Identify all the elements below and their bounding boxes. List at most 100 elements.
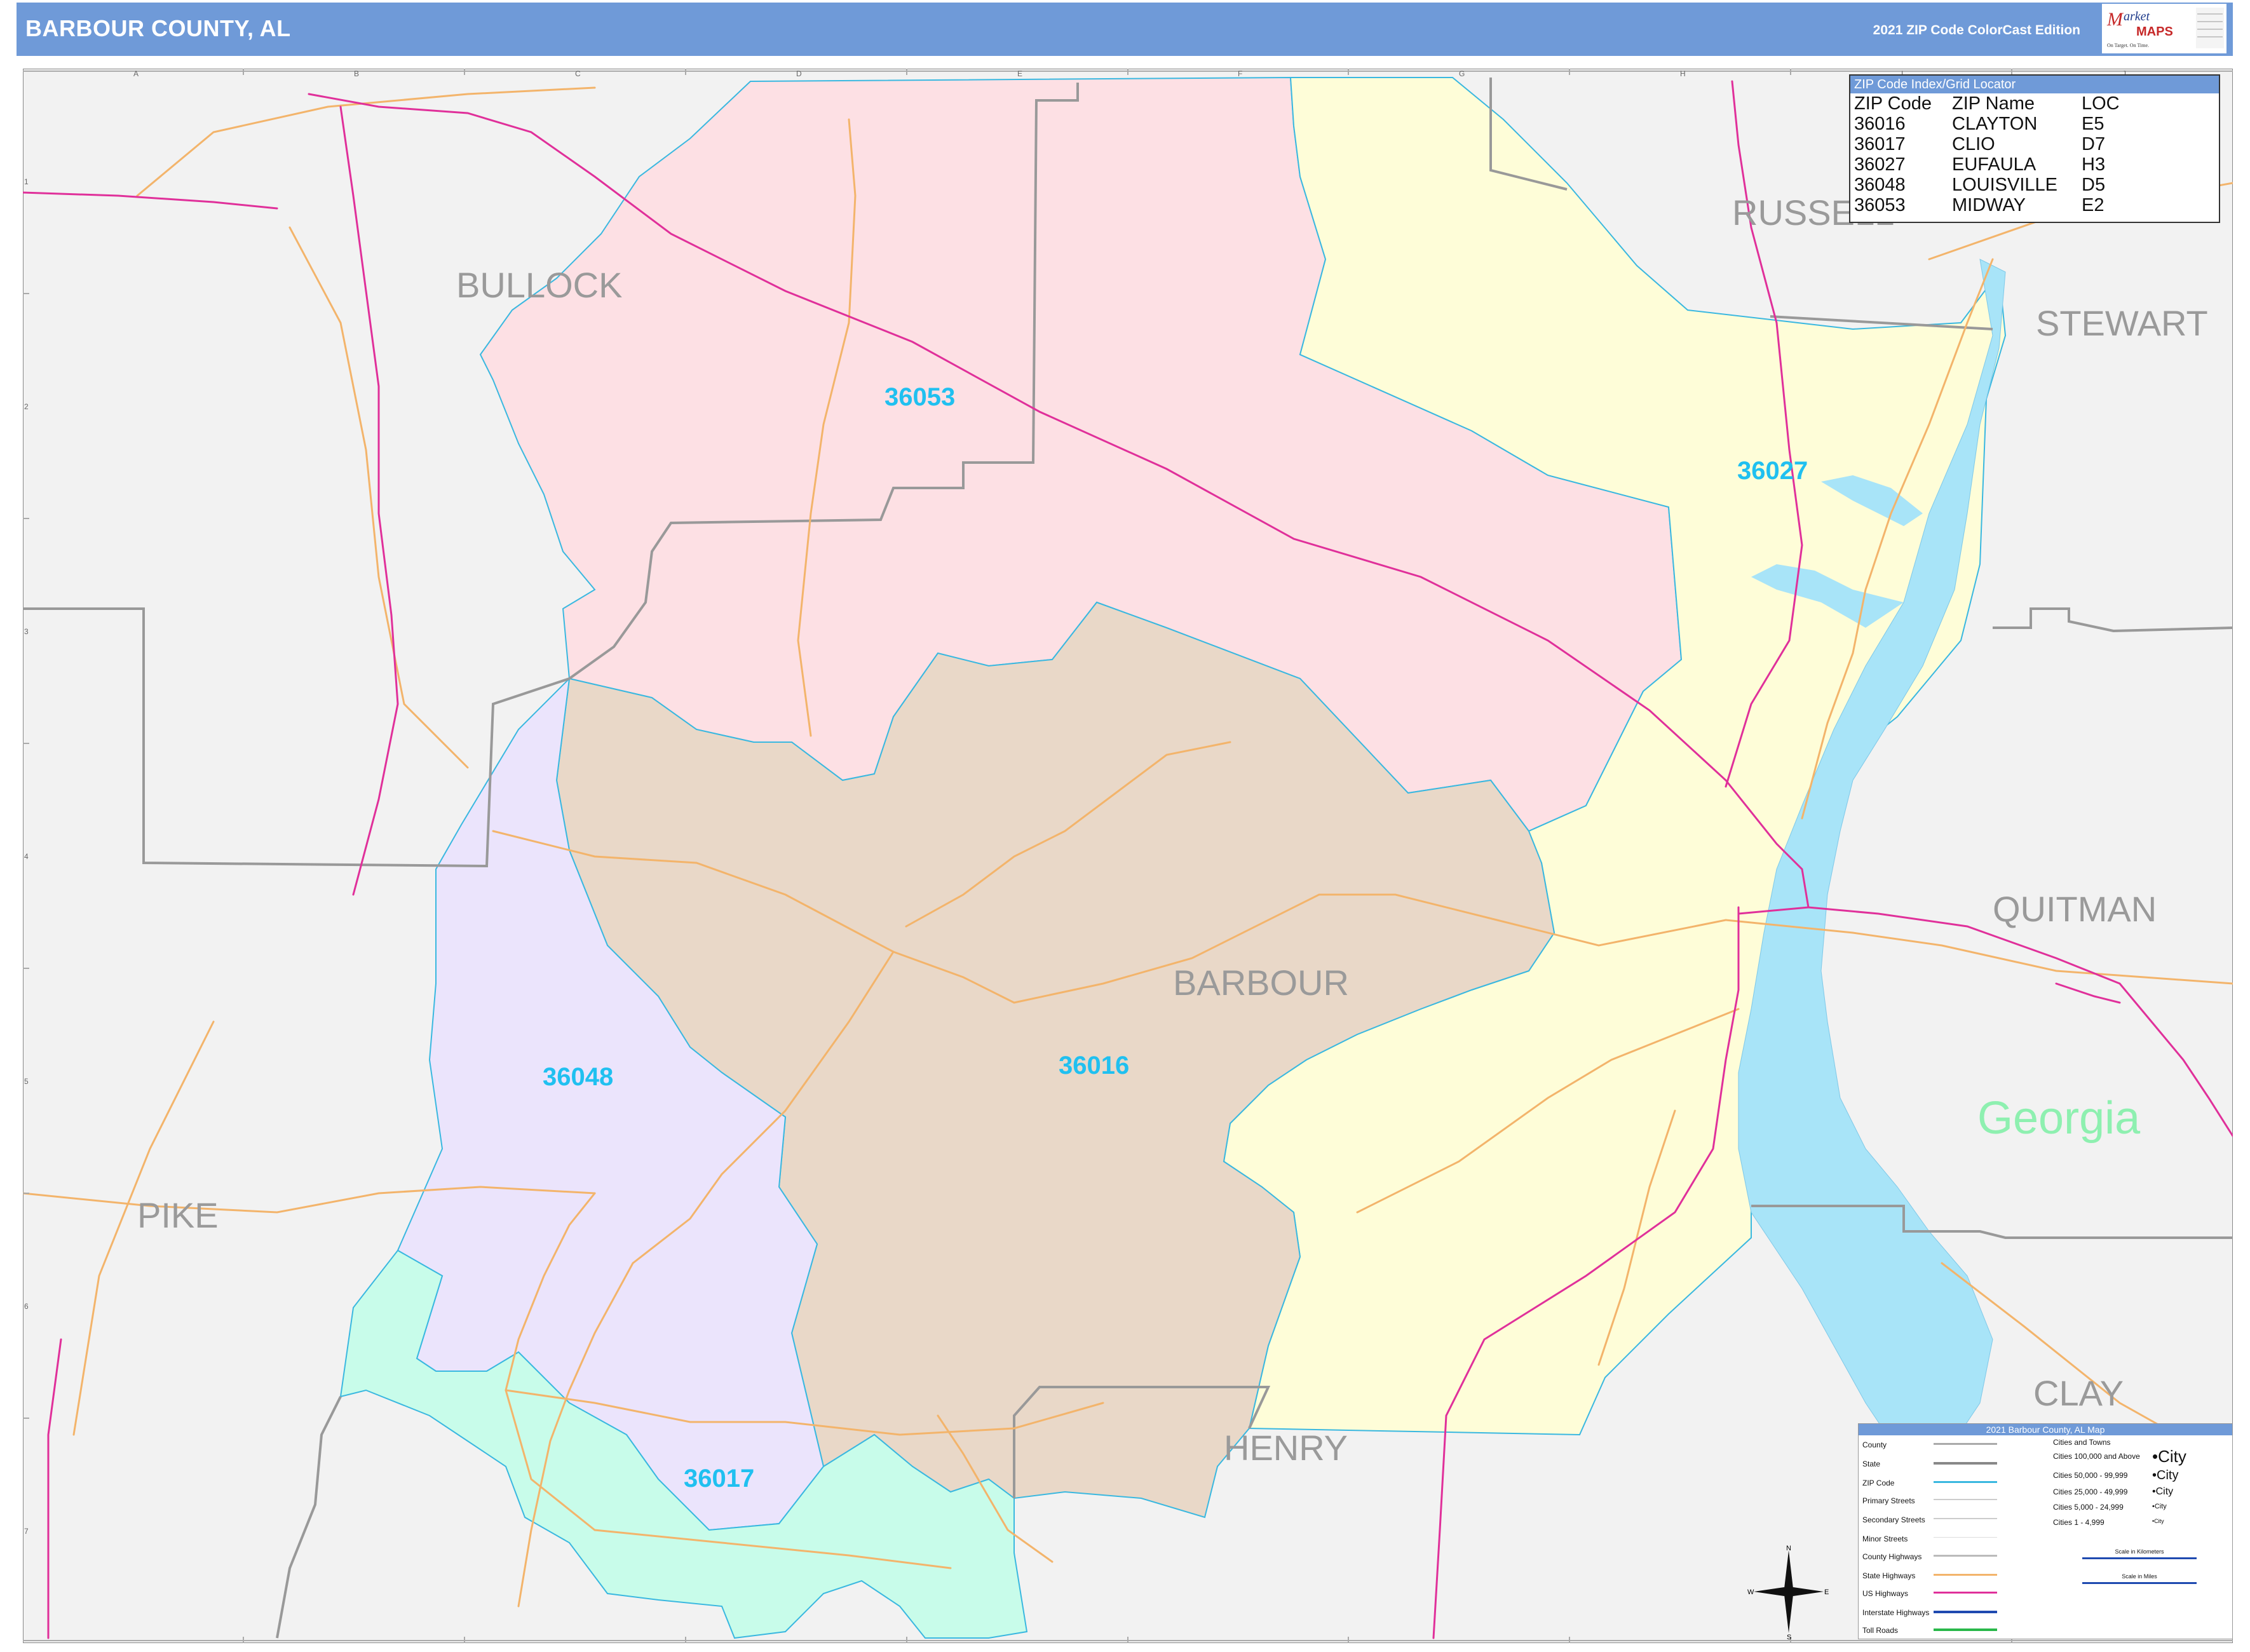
zip-label-36017: 36017 bbox=[684, 1465, 754, 1493]
legend-city-row: Cities 25,000 - 49,999 •City bbox=[2053, 1486, 2173, 1503]
legend-symbol-county bbox=[1934, 1443, 1997, 1450]
grid-row-1: 1 bbox=[24, 177, 29, 186]
market-maps-logo: M arket MAPS On Target. On Time. bbox=[2102, 4, 2226, 53]
zip-index-row: 36048 LOUISVILLE D5 bbox=[1853, 175, 2121, 195]
legend-city-sample: •City bbox=[2152, 1447, 2186, 1466]
legend-item-zip: ZIP Code bbox=[1862, 1479, 1895, 1487]
legend-item-primary: Primary Streets bbox=[1862, 1496, 1915, 1505]
legend-symbol-primary bbox=[1934, 1499, 1997, 1505]
zip-index-cell: MIDWAY bbox=[1952, 195, 2026, 215]
legend-city-range: Cities 100,000 and Above bbox=[2053, 1452, 2140, 1461]
legend-cities-title: Cities and Towns bbox=[2053, 1438, 2111, 1447]
map-header: BARBOUR COUNTY, AL 2021 ZIP Code ColorCa… bbox=[17, 3, 2233, 56]
compass-n: N bbox=[1786, 1545, 1791, 1552]
legend-city-sample: •City bbox=[2152, 1503, 2167, 1510]
legend-city-sample: •City bbox=[2152, 1468, 2179, 1482]
county-label-bullock: BULLOCK bbox=[456, 265, 622, 305]
county-label-stewart: STEWART bbox=[2036, 303, 2208, 343]
legend-item-minor: Minor Streets bbox=[1862, 1534, 1908, 1543]
zip-index-cell: D7 bbox=[2082, 134, 2106, 154]
legend-city-row: Cities 50,000 - 99,999 •City bbox=[2053, 1468, 2178, 1487]
zip-index-col-name: ZIP Name bbox=[1952, 93, 2035, 114]
grid-row-7: 7 bbox=[24, 1527, 29, 1536]
grid-col-a: A bbox=[133, 69, 139, 78]
legend-symbol-zip bbox=[1934, 1481, 1997, 1488]
compass-s: S bbox=[1787, 1634, 1791, 1639]
legend-city-range: Cities 5,000 - 24,999 bbox=[2053, 1503, 2124, 1512]
grid-row-4: 4 bbox=[24, 852, 29, 861]
legend-city-row: Cities 1 - 4,999 •City bbox=[2053, 1518, 2164, 1533]
zip-index-cell: H3 bbox=[2082, 154, 2106, 175]
legend-scale: Scale in Kilometers Scale in Miles bbox=[2082, 1548, 2197, 1584]
legend-city-range: Cities 25,000 - 49,999 bbox=[2053, 1487, 2128, 1496]
grid-row-3: 3 bbox=[24, 627, 29, 636]
zip-label-36016: 36016 bbox=[1059, 1052, 1129, 1080]
legend-item-county: County bbox=[1862, 1440, 1887, 1449]
legend-city-range: Cities 1 - 4,999 bbox=[2053, 1518, 2104, 1527]
map-area[interactable]: A B C D E F G H I J 1 2 3 4 5 6 7 BULLOC… bbox=[23, 69, 2233, 1643]
grid-row-2: 2 bbox=[24, 402, 29, 411]
zip-index-grid: ZIP Code ZIP Name LOC 36016 CLAYTON E5 3… bbox=[1853, 93, 2121, 215]
scale-mi-bar bbox=[2082, 1582, 2197, 1584]
legend-city-row: Cities 100,000 and Above •City bbox=[2053, 1447, 2186, 1471]
zip-code-index-table: ZIP Code Index/Grid Locator ZIP Code ZIP… bbox=[1849, 74, 2220, 223]
grid-col-b: B bbox=[354, 69, 359, 78]
county-label-quitman: QUITMAN bbox=[1993, 889, 2157, 929]
scale-mi-label: Scale in Miles bbox=[2122, 1573, 2157, 1580]
scale-km-label: Scale in Kilometers bbox=[2115, 1548, 2164, 1555]
legend-symbol-county-hwy bbox=[1934, 1555, 1997, 1562]
county-label-pike: PIKE bbox=[137, 1195, 219, 1235]
compass-w: W bbox=[1747, 1588, 1754, 1596]
zip-index-cell: CLAYTON bbox=[1952, 114, 2038, 134]
legend-symbol-minor bbox=[1934, 1537, 1997, 1543]
svg-text:M: M bbox=[2106, 9, 2124, 30]
grid-col-c: C bbox=[575, 69, 581, 78]
map-title: BARBOUR COUNTY, AL bbox=[25, 15, 291, 41]
legend-symbol-state-hwy bbox=[1934, 1574, 1997, 1581]
grid-row-5: 5 bbox=[24, 1077, 29, 1086]
legend-symbol-toll bbox=[1934, 1628, 1997, 1636]
legend-city-row: Cities 5,000 - 24,999 •City bbox=[2053, 1503, 2167, 1518]
county-label-henry: HENRY bbox=[1224, 1428, 1348, 1468]
zip-label-36027: 36027 bbox=[1737, 457, 1808, 485]
svg-text:MAPS: MAPS bbox=[2136, 25, 2173, 39]
grid-col-d: D bbox=[796, 69, 802, 78]
zip-index-col-zip: ZIP Code bbox=[1854, 93, 1932, 114]
zip-index-row: 36017 CLIO D7 bbox=[1853, 134, 2121, 154]
legend-item-secondary: Secondary Streets bbox=[1862, 1515, 1925, 1524]
zip-index-cell: 36048 bbox=[1854, 175, 1906, 195]
legend-item-state-hwy: State Highways bbox=[1862, 1571, 1916, 1580]
legend-title: 2021 Barbour County, AL Map bbox=[1859, 1424, 2232, 1435]
zip-index-cell: 36027 bbox=[1854, 154, 1906, 175]
state-label-georgia: Georgia bbox=[1977, 1093, 2141, 1144]
legend-city-range: Cities 50,000 - 99,999 bbox=[2053, 1471, 2128, 1480]
grid-col-g: G bbox=[1459, 69, 1465, 78]
edition-label: 2021 ZIP Code ColorCast Edition bbox=[1873, 23, 2080, 37]
zip-label-36048: 36048 bbox=[543, 1063, 613, 1091]
compass-rose: N S W E bbox=[1747, 1544, 1830, 1641]
legend-city-sample: •City bbox=[2152, 1486, 2174, 1497]
zip-index-row: 36027 EUFAULA H3 bbox=[1853, 154, 2121, 175]
legend-item-state: State bbox=[1862, 1459, 1881, 1468]
legend-symbol-state bbox=[1934, 1462, 1997, 1470]
zip-index-cell: 36017 bbox=[1854, 134, 1906, 154]
grid-col-h: H bbox=[1680, 69, 1686, 78]
zip-index-cell: 36053 bbox=[1854, 195, 1906, 215]
legend-item-interstate: Interstate Highways bbox=[1862, 1608, 1930, 1617]
legend-symbol-interstate bbox=[1934, 1611, 1997, 1618]
zip-index-cell: D5 bbox=[2082, 175, 2106, 195]
zip-index-header-row: ZIP Code ZIP Name LOC bbox=[1853, 93, 2121, 114]
zip-index-title: ZIP Code Index/Grid Locator bbox=[1850, 76, 2219, 93]
legend-city-sample: •City bbox=[2152, 1518, 2164, 1524]
zip-index-row: 36016 CLAYTON E5 bbox=[1853, 114, 2121, 134]
zip-label-36053: 36053 bbox=[884, 383, 955, 411]
zip-index-cell: 36016 bbox=[1854, 114, 1906, 134]
zip-index-row: 36053 MIDWAY E2 bbox=[1853, 195, 2121, 215]
zip-index-cell: E5 bbox=[2082, 114, 2104, 134]
scale-km-bar bbox=[2082, 1557, 2197, 1559]
county-label-barbour: BARBOUR bbox=[1173, 963, 1349, 1003]
zip-index-cell: CLIO bbox=[1952, 134, 1995, 154]
zip-index-col-loc: LOC bbox=[2082, 93, 2120, 114]
zip-index-cell: LOUISVILLE bbox=[1952, 175, 2058, 195]
legend-symbol-secondary bbox=[1934, 1518, 1997, 1524]
